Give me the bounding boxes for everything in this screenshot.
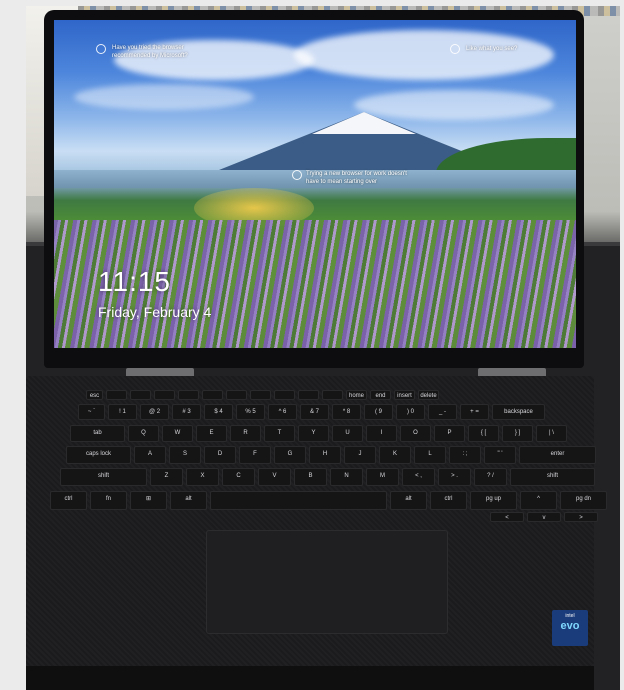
key[interactable]: delete [418,390,439,400]
key[interactable]: > . [438,468,471,486]
key[interactable]: ctrl [430,491,467,510]
arrow-key[interactable]: < [490,512,524,522]
key[interactable]: Z [150,468,183,486]
key[interactable]: fn [90,491,127,510]
key[interactable]: G [274,446,306,464]
key[interactable]: insert [394,390,415,400]
key[interactable]: N [330,468,363,486]
key[interactable]: alt [170,491,207,510]
mountain-snowcap [312,112,416,134]
key[interactable]: ? / [474,468,507,486]
key[interactable]: shift [60,468,147,486]
key[interactable]: esc [86,390,103,400]
key[interactable]: " ' [484,446,516,464]
key[interactable]: ~ ` [78,404,105,420]
key[interactable]: I [366,425,397,442]
key[interactable]: ctrl [50,491,87,510]
touchpad[interactable] [206,530,448,634]
key[interactable]: O [400,425,431,442]
tip-center-icon[interactable] [292,170,302,180]
tip-center-text[interactable]: Trying a new browser for work doesn't ha… [306,170,410,186]
key[interactable]: caps lock [66,446,131,464]
badge-brand: intel [565,613,575,619]
key[interactable]: ⊞ [130,491,167,510]
key[interactable]: X [186,468,219,486]
key[interactable]: W [162,425,193,442]
key[interactable]: Y [298,425,329,442]
arrow-key[interactable]: > [564,512,598,522]
key[interactable]: % 5 [236,404,265,420]
key[interactable]: U [332,425,363,442]
key[interactable]: alt [390,491,427,510]
key[interactable]: T [264,425,295,442]
key[interactable]: V [258,468,291,486]
key[interactable]: K [379,446,411,464]
key[interactable]: H [309,446,341,464]
key[interactable]: R [230,425,261,442]
key[interactable]: } ] [502,425,533,442]
key[interactable] [178,390,199,400]
lock-date: Friday, February 4 [98,304,212,320]
tip-like-text[interactable]: Like what you see? [466,45,546,53]
key[interactable]: enter [519,446,596,464]
key[interactable]: C [222,468,255,486]
badge-name: evo [560,620,580,632]
tip-info-icon[interactable] [96,44,106,54]
lock-clock: 11:15 [98,266,171,297]
arrow-key[interactable]: v [527,512,561,522]
key[interactable]: F [239,446,271,464]
key[interactable]: Q [128,425,159,442]
key[interactable] [298,390,319,400]
key[interactable] [274,390,295,400]
key[interactable]: ) 0 [396,404,425,420]
key[interactable] [202,390,223,400]
key[interactable]: B [294,468,327,486]
key[interactable]: backspace [492,404,545,420]
cloud [294,30,554,80]
tip-camera-icon[interactable] [450,44,460,54]
key[interactable]: @ 2 [140,404,169,420]
key[interactable] [226,390,247,400]
key[interactable] [130,390,151,400]
key[interactable]: < , [402,468,435,486]
key[interactable]: J [344,446,376,464]
key[interactable] [322,390,343,400]
key[interactable]: A [134,446,166,464]
key[interactable] [154,390,175,400]
key[interactable]: | \ [536,425,567,442]
key[interactable]: ^ [520,491,557,510]
key[interactable]: E [196,425,227,442]
key[interactable] [106,390,127,400]
key[interactable]: P [434,425,465,442]
key[interactable]: pg up [470,491,517,510]
key[interactable]: ! 1 [108,404,137,420]
lock-screen[interactable]: Have you tried the browser recommended b… [54,20,576,348]
key[interactable] [250,390,271,400]
key[interactable]: home [346,390,367,400]
key[interactable]: { [ [468,425,499,442]
key[interactable]: D [204,446,236,464]
key[interactable]: pg dn [560,491,607,510]
tip-browser-text[interactable]: Have you tried the browser recommended b… [112,44,222,60]
key[interactable]: ^ 6 [268,404,297,420]
key[interactable]: tab [70,425,125,442]
key[interactable]: * 8 [332,404,361,420]
key[interactable]: # 3 [172,404,201,420]
key[interactable]: ( 9 [364,404,393,420]
key[interactable]: shift [510,468,595,486]
key[interactable]: & 7 [300,404,329,420]
intel-evo-badge: intel evo [552,610,588,646]
key[interactable]: + = [460,404,489,420]
deck-front-edge [26,666,594,690]
key[interactable]: $ 4 [204,404,233,420]
key[interactable]: M [366,468,399,486]
cloud [74,84,254,110]
key[interactable] [210,491,387,510]
key[interactable]: _ - [428,404,457,420]
key[interactable]: end [370,390,391,400]
key[interactable]: S [169,446,201,464]
key[interactable]: L [414,446,446,464]
key[interactable]: : ; [449,446,481,464]
